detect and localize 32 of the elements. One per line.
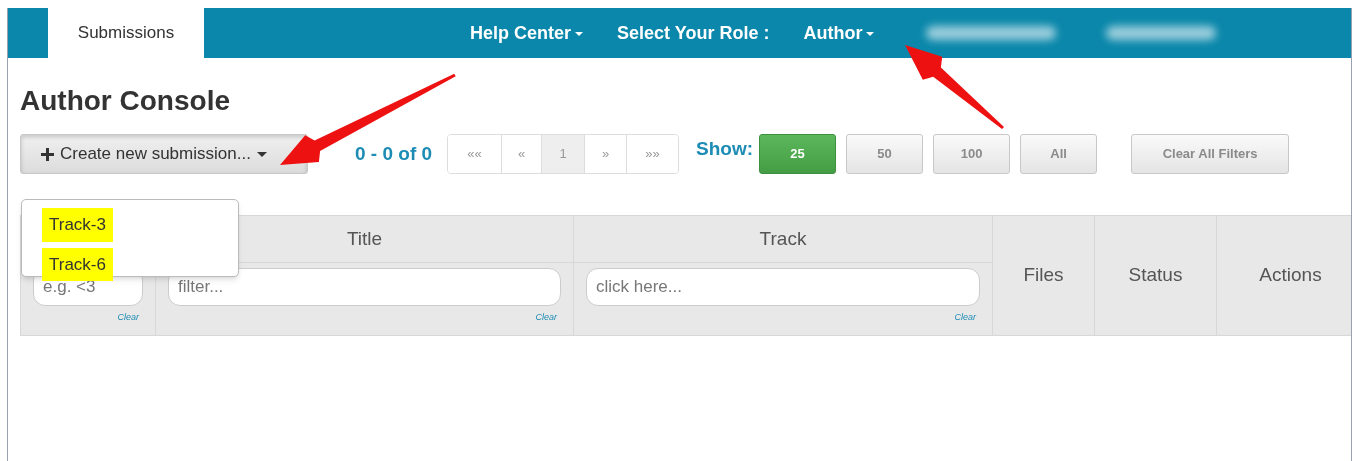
page-size-button[interactable]: 25 bbox=[759, 134, 837, 174]
nav-menu[interactable]: Help Center bbox=[470, 19, 584, 47]
column-header: Status bbox=[1094, 215, 1217, 336]
menu-item[interactable]: Track-3 bbox=[42, 208, 113, 242]
column-header: Track bbox=[573, 215, 993, 263]
page-size-button[interactable]: All bbox=[1020, 134, 1098, 174]
page-title: Author Console bbox=[20, 84, 231, 118]
create-submission-button[interactable]: Create new submission... bbox=[20, 134, 308, 174]
pager-button[interactable]: 1 bbox=[541, 135, 585, 173]
caret-icon bbox=[575, 32, 584, 36]
page-size-button[interactable]: 50 bbox=[846, 134, 924, 174]
filter-field[interactable]: click here... bbox=[586, 268, 980, 306]
clear-link[interactable]: Clear bbox=[117, 311, 139, 325]
caret-icon bbox=[866, 32, 875, 36]
clear-filters-button[interactable]: Clear All Filters bbox=[1131, 134, 1290, 174]
role-label: Select Your Role : bbox=[617, 21, 770, 45]
menu-item[interactable]: Track-6 bbox=[42, 247, 113, 281]
pager-button[interactable]: »» bbox=[626, 135, 679, 173]
page-size-button[interactable]: 100 bbox=[933, 134, 1011, 174]
filter-field[interactable]: filter... bbox=[168, 268, 561, 306]
plus-icon bbox=[41, 147, 54, 161]
filter-input[interactable]: filter... bbox=[178, 274, 551, 300]
column-header: Files bbox=[992, 215, 1095, 336]
caret-icon bbox=[256, 151, 267, 157]
range-label: 0 - 0 of 0 bbox=[355, 141, 433, 166]
clear-link[interactable]: Clear bbox=[954, 311, 976, 325]
column-header: Actions bbox=[1216, 215, 1351, 336]
show-label: Show: bbox=[696, 137, 754, 161]
filter-input[interactable]: click here... bbox=[596, 274, 970, 300]
nav-menu[interactable]: Author bbox=[803, 19, 875, 47]
nav-tab[interactable]: Submissions bbox=[48, 8, 204, 58]
clear-link[interactable]: Clear bbox=[535, 311, 557, 325]
